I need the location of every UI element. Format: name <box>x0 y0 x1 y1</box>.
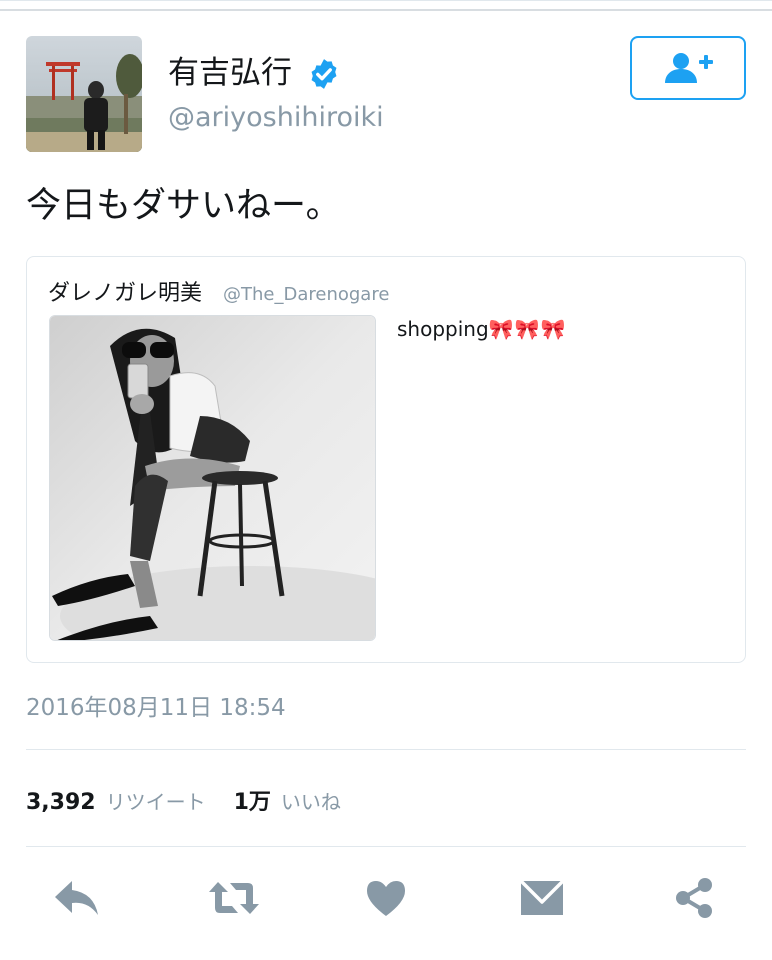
quoted-text: shopping <box>397 317 489 341</box>
author-handle[interactable]: @ariyoshihiroiki <box>168 100 384 136</box>
direct-message-button[interactable] <box>518 874 566 922</box>
quoted-tweet-card[interactable]: ダレノガレ明美 @The_Darenogare shopping🎀🎀🎀 <box>26 256 746 663</box>
like-button[interactable] <box>362 874 410 922</box>
verified-badge-icon <box>311 59 337 89</box>
retweet-label[interactable]: リツイート <box>106 786 206 815</box>
reply-button[interactable] <box>52 874 100 922</box>
bottom-divider <box>0 0 772 1</box>
quoted-photo[interactable] <box>49 315 376 641</box>
reply-icon <box>55 881 98 915</box>
quoted-display-name: ダレノガレ明美 <box>48 281 203 306</box>
author-display-name[interactable]: 有吉弘行 <box>168 52 292 94</box>
add-user-icon <box>665 53 713 83</box>
tweet-text: 今日もダサいねー。 <box>26 186 341 226</box>
quoted-tweet-text: shopping🎀🎀🎀 <box>397 315 566 343</box>
retweet-count[interactable]: 3,392 <box>26 790 96 815</box>
quoted-handle: @The_Darenogare <box>223 284 390 305</box>
divider <box>26 846 746 847</box>
divider <box>26 749 746 750</box>
tweet-stats: 3,392 リツイート 1万 いいね <box>26 784 341 816</box>
envelope-icon <box>519 879 565 915</box>
share-icon <box>676 878 712 918</box>
follow-button[interactable] <box>630 36 746 100</box>
tweet-timestamp: 2016年08月11日 18:54 <box>26 695 286 721</box>
ribbon-emoji: 🎀🎀🎀 <box>488 317 567 341</box>
heart-icon <box>367 881 405 916</box>
like-count[interactable]: 1万 <box>234 784 271 816</box>
retweet-icon <box>209 882 259 914</box>
top-divider <box>0 9 772 11</box>
author-avatar[interactable] <box>26 36 142 152</box>
share-button[interactable] <box>670 874 718 922</box>
retweet-button[interactable] <box>206 874 262 922</box>
like-label[interactable]: いいね <box>281 786 341 815</box>
